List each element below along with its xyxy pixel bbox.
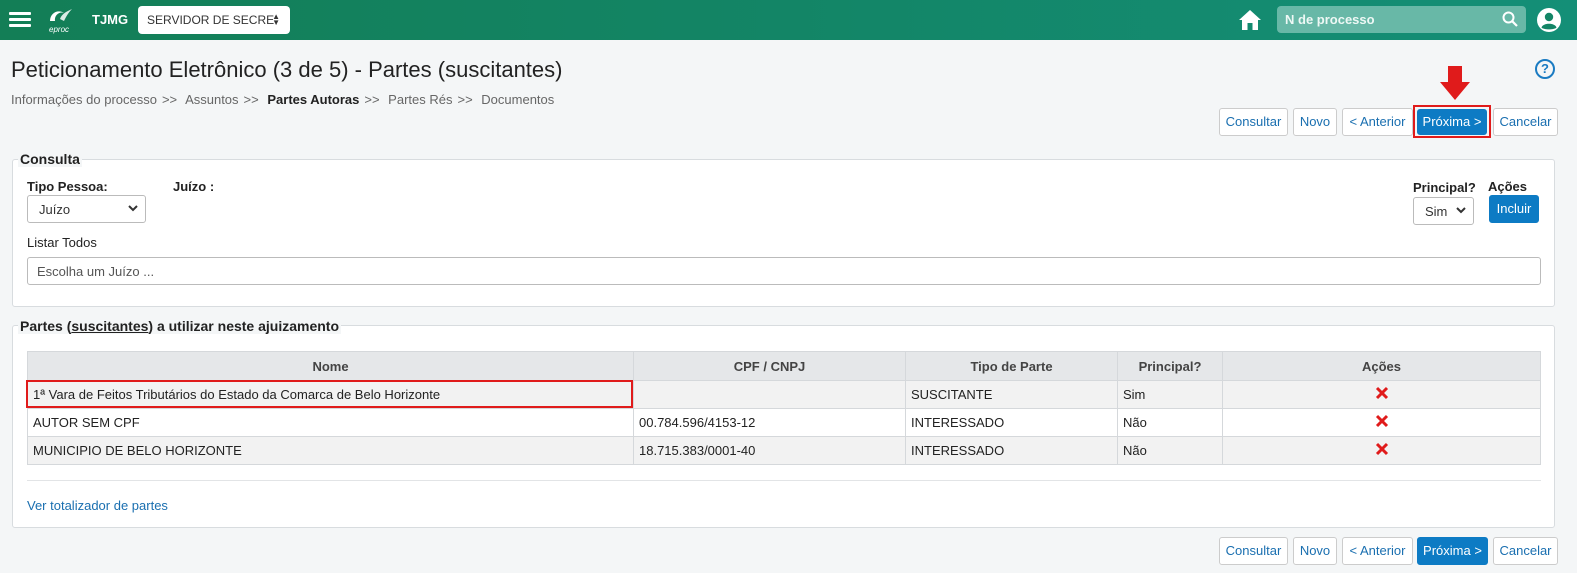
cell-tipo: INTERESSADO	[905, 408, 1118, 437]
breadcrumb-documentos: Documentos	[481, 92, 555, 107]
cell-tipo: INTERESSADO	[905, 436, 1118, 465]
col-cpf-cnpj: CPF / CNPJ	[633, 351, 906, 381]
partes-legend-suffix: ) a utilizar neste ajuizamento	[148, 318, 340, 334]
juizo-search-input[interactable]: Escolha um Juízo ...	[27, 257, 1541, 285]
cell-acoes	[1222, 380, 1541, 409]
breadcrumb-separator: >>	[243, 92, 259, 107]
delete-icon[interactable]	[1375, 386, 1389, 400]
process-search-input[interactable]	[1277, 6, 1497, 33]
col-acoes: Ações	[1222, 351, 1541, 381]
breadcrumb-separator: >>	[161, 92, 178, 107]
col-principal: Principal?	[1117, 351, 1223, 381]
breadcrumb-assuntos: Assuntos	[185, 92, 239, 107]
eproc-logo-mark	[50, 9, 72, 21]
top-bar: eproc TJMG SERVIDOR DE SECRE ▲ ▼	[0, 0, 1577, 40]
chevron-down-icon	[128, 205, 138, 212]
novo-button-bottom[interactable]: Novo	[1293, 537, 1337, 565]
principal-select[interactable]: Sim	[1413, 197, 1474, 225]
cancelar-button-top[interactable]: Cancelar	[1493, 108, 1558, 136]
cell-principal: Sim	[1117, 380, 1223, 409]
anterior-button-top[interactable]: < Anterior	[1342, 108, 1413, 136]
proxima-button-top[interactable]: Próxima >	[1417, 109, 1487, 135]
table-header-row: Nome CPF / CNPJ Tipo de Parte Principal?…	[27, 351, 1541, 381]
highlight-box	[26, 380, 633, 408]
page-title: Peticionamento Eletrônico (3 de 5) - Par…	[11, 57, 563, 82]
cell-nome: MUNICIPIO DE BELO HORIZONTE	[27, 436, 634, 465]
col-tipo-parte: Tipo de Parte	[905, 351, 1118, 381]
role-select[interactable]: SERVIDOR DE SECRE ▲ ▼	[138, 6, 290, 34]
juizo-label: Juízo :	[173, 179, 215, 194]
menu-icon[interactable]	[9, 12, 31, 28]
delete-icon[interactable]	[1375, 414, 1389, 428]
partes-table: Nome CPF / CNPJ Tipo de Parte Principal?…	[27, 351, 1541, 465]
incluir-button[interactable]: Incluir	[1489, 195, 1539, 223]
cell-cpf: 18.715.383/0001-40	[633, 436, 906, 465]
breadcrumb-partes-res: Partes Rés	[388, 92, 453, 107]
arrow-down-icon	[1440, 66, 1470, 100]
org-name: TJMG	[92, 12, 129, 27]
divider	[27, 480, 1541, 481]
partes-legend: Partes (suscitantes) a utilizar neste aj…	[18, 318, 342, 334]
breadcrumb: Informações do processo >> Assuntos >> Par…	[11, 92, 557, 107]
role-select-value: SERVIDOR DE SECRE	[147, 13, 275, 27]
chevron-down-icon	[1456, 207, 1466, 214]
cell-cpf	[633, 380, 906, 409]
consulta-legend: Consulta	[18, 151, 82, 167]
novo-button-top[interactable]: Novo	[1293, 108, 1337, 136]
consultar-button-bottom[interactable]: Consultar	[1219, 537, 1288, 565]
tipo-pessoa-value: Juízo	[39, 202, 71, 217]
eproc-logo[interactable]: eproc	[46, 5, 76, 35]
breadcrumb-separator: >>	[457, 92, 473, 107]
cell-tipo: SUSCITANTE	[905, 380, 1118, 409]
delete-icon[interactable]	[1375, 442, 1389, 456]
proxima-button-bottom[interactable]: Próxima >	[1417, 537, 1488, 565]
process-search	[1277, 6, 1526, 33]
help-icon[interactable]: ?	[1535, 59, 1555, 79]
totalizador-link[interactable]: Ver totalizador de partes	[27, 498, 168, 513]
sort-arrows-icon: ▲ ▼	[272, 12, 280, 27]
listar-todos-label: Listar Todos	[27, 235, 97, 250]
breadcrumb-info-processo: Informações do processo	[11, 92, 157, 107]
table-row: AUTOR SEM CPF 00.784.596/4153-12 INTERES…	[27, 408, 1541, 437]
table-row: MUNICIPIO DE BELO HORIZONTE 18.715.383/0…	[27, 436, 1541, 465]
partes-legend-underlined: suscitantes	[71, 318, 149, 334]
principal-value: Sim	[1425, 204, 1448, 219]
breadcrumb-separator: >>	[364, 92, 380, 107]
principal-label: Principal?	[1413, 180, 1476, 195]
consultar-button-top[interactable]: Consultar	[1219, 108, 1288, 136]
cancelar-button-bottom[interactable]: Cancelar	[1493, 537, 1558, 565]
user-icon[interactable]	[1537, 8, 1561, 32]
tipo-pessoa-label: Tipo Pessoa:	[27, 179, 108, 194]
cell-acoes	[1222, 408, 1541, 437]
logo-text: eproc	[49, 25, 70, 34]
partes-legend-prefix: Partes (	[20, 318, 72, 334]
anterior-button-bottom[interactable]: < Anterior	[1342, 537, 1413, 565]
cell-principal: Não	[1117, 408, 1223, 437]
breadcrumb-partes-autoras: Partes Autoras	[267, 92, 360, 107]
cell-acoes	[1222, 436, 1541, 465]
acoes-label: Ações	[1488, 179, 1528, 194]
col-nome: Nome	[27, 351, 634, 381]
tipo-pessoa-select[interactable]: Juízo	[27, 195, 146, 223]
home-icon[interactable]	[1238, 9, 1262, 31]
cell-nome: AUTOR SEM CPF	[27, 408, 634, 437]
search-icon[interactable]	[1502, 11, 1518, 27]
cell-cpf: 00.784.596/4153-12	[633, 408, 906, 437]
cell-principal: Não	[1117, 436, 1223, 465]
